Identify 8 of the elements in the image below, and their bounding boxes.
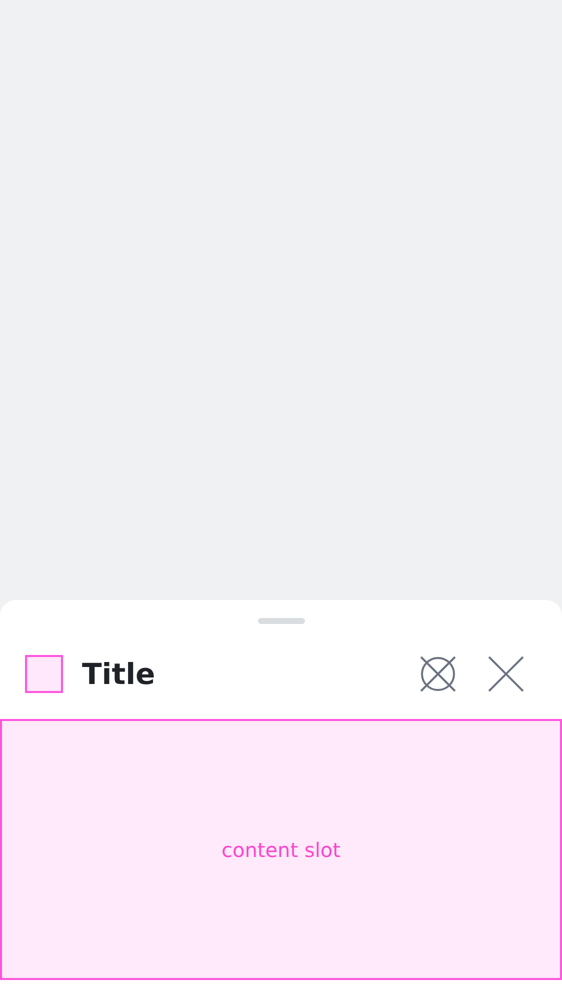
- clear-button[interactable]: [420, 656, 456, 692]
- circle-x-icon: [420, 656, 456, 692]
- sheet-title: Title: [82, 657, 156, 691]
- slot-label: content slot: [222, 838, 340, 862]
- close-icon: [488, 656, 524, 692]
- icon-slot: [25, 655, 63, 693]
- drag-handle[interactable]: [258, 618, 304, 624]
- close-button[interactable]: [488, 656, 524, 692]
